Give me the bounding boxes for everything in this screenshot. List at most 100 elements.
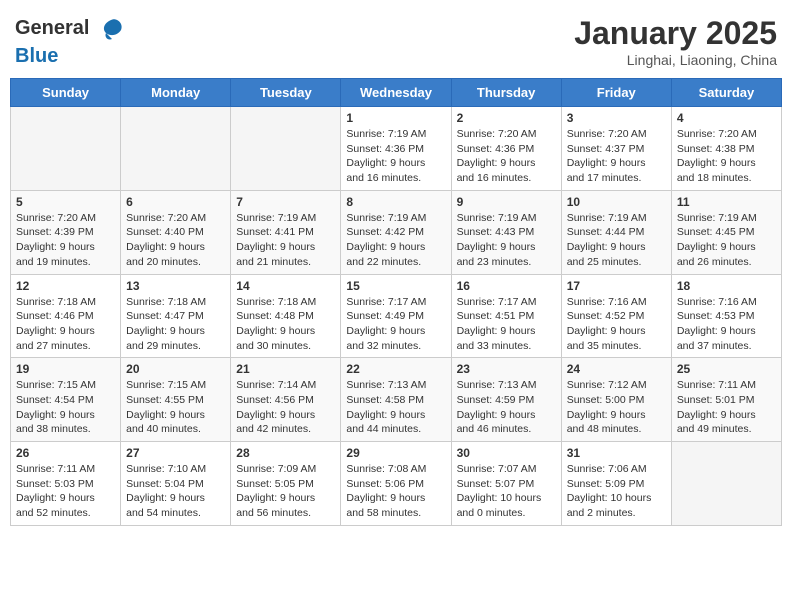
day-number: 3 — [567, 111, 666, 125]
day-info: Sunrise: 7:10 AM Sunset: 5:04 PM Dayligh… — [126, 462, 225, 521]
page-header: General Blue January 2025 Linghai, Liaon… — [10, 10, 782, 68]
calendar-day-cell — [231, 107, 341, 191]
day-number: 13 — [126, 279, 225, 293]
calendar-subtitle: Linghai, Liaoning, China — [574, 52, 777, 68]
day-number: 15 — [346, 279, 445, 293]
calendar-day-cell: 22Sunrise: 7:13 AM Sunset: 4:58 PM Dayli… — [341, 358, 451, 442]
calendar-day-cell: 27Sunrise: 7:10 AM Sunset: 5:04 PM Dayli… — [121, 442, 231, 526]
calendar-day-cell: 15 Sunrise: 7:17 AM Sunset: 4:49 PM Dayli… — [341, 274, 451, 358]
calendar-day-cell: 23Sunrise: 7:13 AM Sunset: 4:59 PM Dayli… — [451, 358, 561, 442]
weekday-header-sunday: Sunday — [11, 79, 121, 107]
calendar-table: SundayMondayTuesdayWednesdayThursdayFrid… — [10, 78, 782, 526]
day-number: 19 — [16, 362, 115, 376]
calendar-day-cell: 12 Sunrise: 7:18 AM Sunset: 4:46 PM Dayli… — [11, 274, 121, 358]
day-info: Sunrise: 7:16 AM Sunset: 4:53 PM Dayligh… — [677, 295, 776, 354]
day-info: Sunrise: 7:19 AM Sunset: 4:45 PM Dayligh… — [677, 211, 776, 270]
day-number: 20 — [126, 362, 225, 376]
day-number: 4 — [677, 111, 776, 125]
day-number: 11 — [677, 195, 776, 209]
day-info: Sunrise: 7:06 AM Sunset: 5:09 PM Dayligh… — [567, 462, 666, 521]
calendar-day-cell: 11 Sunrise: 7:19 AM Sunset: 4:45 PM Dayli… — [671, 190, 781, 274]
day-info: Sunrise: 7:20 AM Sunset: 4:38 PM Dayligh… — [677, 127, 776, 186]
day-info: Sunrise: 7:17 AM Sunset: 4:49 PM Dayligh… — [346, 295, 445, 354]
day-number: 1 — [346, 111, 445, 125]
day-number: 10 — [567, 195, 666, 209]
calendar-day-cell: 14 Sunrise: 7:18 AM Sunset: 4:48 PM Dayli… — [231, 274, 341, 358]
calendar-day-cell: 25 Sunrise: 7:11 AM Sunset: 5:01 PM Dayli… — [671, 358, 781, 442]
day-info: Sunrise: 7:20 AM Sunset: 4:40 PM Dayligh… — [126, 211, 225, 270]
calendar-day-cell: 24 Sunrise: 7:12 AM Sunset: 5:00 PM Dayli… — [561, 358, 671, 442]
day-number: 18 — [677, 279, 776, 293]
weekday-header-thursday: Thursday — [451, 79, 561, 107]
day-info: Sunrise: 7:19 AM Sunset: 4:44 PM Dayligh… — [567, 211, 666, 270]
calendar-day-cell: 3 Sunrise: 7:20 AM Sunset: 4:37 PM Daylig… — [561, 107, 671, 191]
logo-text: General Blue — [15, 15, 126, 68]
calendar-day-cell — [121, 107, 231, 191]
day-number: 17 — [567, 279, 666, 293]
calendar-week-row: 19 Sunrise: 7:15 AM Sunset: 4:54 PM Dayli… — [11, 358, 782, 442]
calendar-day-cell — [671, 442, 781, 526]
day-info: Sunrise: 7:14 AM Sunset: 4:56 PM Dayligh… — [236, 378, 335, 437]
day-number: 9 — [457, 195, 556, 209]
day-info: Sunrise: 7:17 AM Sunset: 4:51 PM Dayligh… — [457, 295, 556, 354]
day-info: Sunrise: 7:19 AM Sunset: 4:42 PM Dayligh… — [346, 211, 445, 270]
day-number: 24 — [567, 362, 666, 376]
day-number: 5 — [16, 195, 115, 209]
day-number: 25 — [677, 362, 776, 376]
calendar-week-row: 1 Sunrise: 7:19 AM Sunset: 4:36 PM Daylig… — [11, 107, 782, 191]
calendar-day-cell: 8 Sunrise: 7:19 AM Sunset: 4:42 PM Daylig… — [341, 190, 451, 274]
day-number: 29 — [346, 446, 445, 460]
weekday-header-monday: Monday — [121, 79, 231, 107]
calendar-week-row: 12 Sunrise: 7:18 AM Sunset: 4:46 PM Dayli… — [11, 274, 782, 358]
day-info: Sunrise: 7:19 AM Sunset: 4:36 PM Dayligh… — [346, 127, 445, 186]
day-info: Sunrise: 7:19 AM Sunset: 4:43 PM Dayligh… — [457, 211, 556, 270]
day-number: 14 — [236, 279, 335, 293]
day-number: 26 — [16, 446, 115, 460]
weekday-header-saturday: Saturday — [671, 79, 781, 107]
calendar-day-cell: 30 Sunrise: 7:07 AM Sunset: 5:07 PM Dayli… — [451, 442, 561, 526]
day-number: 12 — [16, 279, 115, 293]
calendar-day-cell: 2 Sunrise: 7:20 AM Sunset: 4:36 PM Daylig… — [451, 107, 561, 191]
calendar-day-cell: 20Sunrise: 7:15 AM Sunset: 4:55 PM Dayli… — [121, 358, 231, 442]
weekday-header-wednesday: Wednesday — [341, 79, 451, 107]
calendar-day-cell: 29Sunrise: 7:08 AM Sunset: 5:06 PM Dayli… — [341, 442, 451, 526]
day-number: 6 — [126, 195, 225, 209]
day-info: Sunrise: 7:07 AM Sunset: 5:07 PM Dayligh… — [457, 462, 556, 521]
calendar-day-cell: 6 Sunrise: 7:20 AM Sunset: 4:40 PM Daylig… — [121, 190, 231, 274]
logo: General Blue — [15, 15, 126, 68]
calendar-day-cell: 5 Sunrise: 7:20 AM Sunset: 4:39 PM Daylig… — [11, 190, 121, 274]
day-info: Sunrise: 7:16 AM Sunset: 4:52 PM Dayligh… — [567, 295, 666, 354]
day-number: 2 — [457, 111, 556, 125]
day-info: Sunrise: 7:20 AM Sunset: 4:39 PM Dayligh… — [16, 211, 115, 270]
weekday-header-friday: Friday — [561, 79, 671, 107]
day-info: Sunrise: 7:20 AM Sunset: 4:36 PM Dayligh… — [457, 127, 556, 186]
day-info: Sunrise: 7:12 AM Sunset: 5:00 PM Dayligh… — [567, 378, 666, 437]
calendar-day-cell: 16Sunrise: 7:17 AM Sunset: 4:51 PM Dayli… — [451, 274, 561, 358]
day-number: 7 — [236, 195, 335, 209]
day-number: 8 — [346, 195, 445, 209]
logo-blue: Blue — [15, 45, 58, 67]
day-info: Sunrise: 7:18 AM Sunset: 4:46 PM Dayligh… — [16, 295, 115, 354]
day-info: Sunrise: 7:11 AM Sunset: 5:03 PM Dayligh… — [16, 462, 115, 521]
day-info: Sunrise: 7:20 AM Sunset: 4:37 PM Dayligh… — [567, 127, 666, 186]
day-info: Sunrise: 7:19 AM Sunset: 4:41 PM Dayligh… — [236, 211, 335, 270]
calendar-day-cell: 21 Sunrise: 7:14 AM Sunset: 4:56 PM Dayli… — [231, 358, 341, 442]
calendar-day-cell: 7 Sunrise: 7:19 AM Sunset: 4:41 PM Daylig… — [231, 190, 341, 274]
day-number: 21 — [236, 362, 335, 376]
calendar-day-cell: 4 Sunrise: 7:20 AM Sunset: 4:38 PM Daylig… — [671, 107, 781, 191]
day-info: Sunrise: 7:18 AM Sunset: 4:48 PM Dayligh… — [236, 295, 335, 354]
day-number: 31 — [567, 446, 666, 460]
day-number: 28 — [236, 446, 335, 460]
day-info: Sunrise: 7:15 AM Sunset: 4:54 PM Dayligh… — [16, 378, 115, 437]
calendar-week-row: 26 Sunrise: 7:11 AM Sunset: 5:03 PM Dayli… — [11, 442, 782, 526]
title-section: January 2025 Linghai, Liaoning, China — [574, 15, 777, 68]
calendar-day-cell: 26 Sunrise: 7:11 AM Sunset: 5:03 PM Dayli… — [11, 442, 121, 526]
calendar-day-cell: 28 Sunrise: 7:09 AM Sunset: 5:05 PM Dayli… — [231, 442, 341, 526]
calendar-day-cell: 9 Sunrise: 7:19 AM Sunset: 4:43 PM Daylig… — [451, 190, 561, 274]
day-number: 30 — [457, 446, 556, 460]
day-info: Sunrise: 7:11 AM Sunset: 5:01 PM Dayligh… — [677, 378, 776, 437]
day-info: Sunrise: 7:09 AM Sunset: 5:05 PM Dayligh… — [236, 462, 335, 521]
calendar-day-cell: 18 Sunrise: 7:16 AM Sunset: 4:53 PM Dayli… — [671, 274, 781, 358]
day-number: 23 — [457, 362, 556, 376]
logo-general: General — [15, 17, 89, 39]
